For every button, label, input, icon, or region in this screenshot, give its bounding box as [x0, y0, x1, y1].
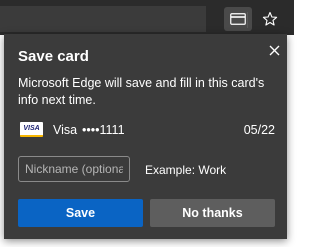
- star-icon[interactable]: [256, 7, 284, 31]
- save-card-dialog: Save card Microsoft Edge will save and f…: [4, 34, 287, 239]
- save-button[interactable]: Save: [18, 199, 143, 227]
- toolbar-divider: [247, 12, 248, 28]
- dialog-description: Microsoft Edge will save and fill in thi…: [18, 76, 265, 107]
- browser-toolbar: [0, 0, 294, 35]
- dialog-title: Save card: [18, 48, 89, 65]
- card-summary: VISA Visa ••••1111 05/22: [18, 120, 275, 140]
- no-thanks-button[interactable]: No thanks: [150, 199, 275, 227]
- visa-logo-icon: VISA: [20, 122, 43, 137]
- address-bar[interactable]: [0, 6, 206, 32]
- card-expiry: 05/22: [243, 123, 275, 137]
- nickname-input[interactable]: [18, 156, 130, 182]
- card-number: ••••1111: [82, 123, 125, 137]
- close-icon[interactable]: [266, 42, 282, 58]
- card-brand: Visa: [53, 123, 78, 137]
- nickname-example: Example: Work: [145, 163, 227, 177]
